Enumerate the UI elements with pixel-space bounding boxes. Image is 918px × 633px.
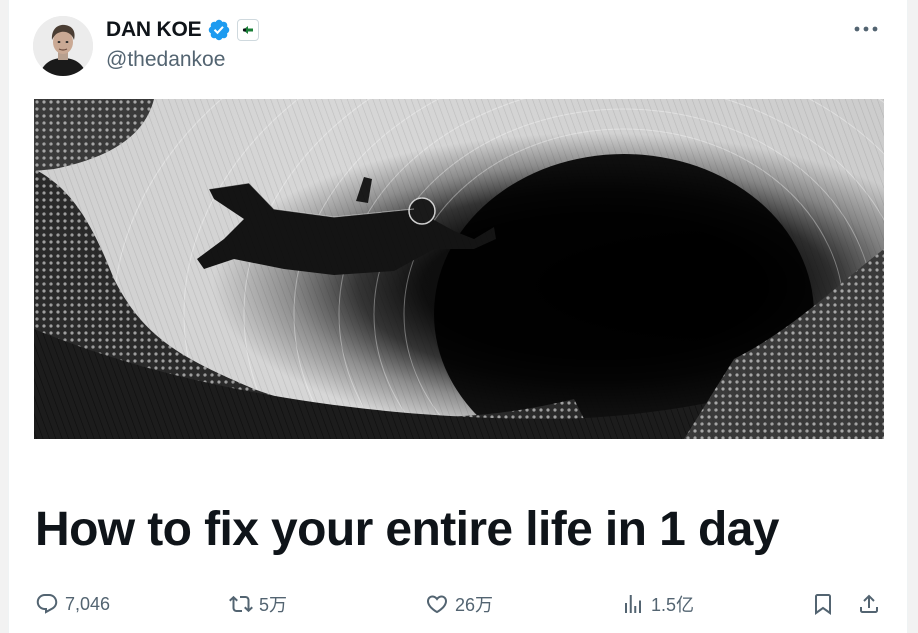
share-button[interactable] [857,586,881,622]
engagement-bar: 7,046 5万 26万 1.5亿 [9,586,909,622]
like-button[interactable]: 26万 [425,586,493,622]
avatar[interactable] [33,16,93,76]
analytics-icon [625,595,641,613]
verified-badge-icon[interactable] [207,18,231,42]
repost-count: 5万 [259,595,288,615]
avatar-photo [33,16,93,76]
more-options-button[interactable] [849,16,883,42]
share-icon [860,594,878,613]
reply-icon [36,594,58,614]
affiliate-logo-icon[interactable] [237,19,260,41]
reply-count: 7,046 [65,593,111,614]
views-button[interactable]: 1.5亿 [621,586,694,622]
repost-icon [229,595,253,613]
author-display-name[interactable]: DAN KOE [106,18,202,42]
affiliate-glyph-icon [243,26,254,34]
like-count: 26万 [455,595,494,615]
bookmark-button[interactable] [811,586,835,622]
author-handle[interactable]: @thedankoe [106,48,225,72]
reply-button[interactable]: 7,046 [35,586,110,622]
bookmark-icon [815,594,831,615]
heart-icon [426,595,448,614]
repost-button[interactable]: 5万 [229,586,287,622]
post-card: DAN KOE @thedankoe How to fix your entir… [8,0,908,633]
view-count: 1.5亿 [651,595,695,615]
author-name-row: DAN KOE [106,16,260,44]
article-cover-image[interactable] [34,99,884,439]
cover-illustration [34,99,884,439]
article-title[interactable]: How to fix your entire life in 1 day [35,500,779,560]
post-header: DAN KOE @thedankoe [9,0,909,90]
more-horizontal-icon [854,26,878,32]
